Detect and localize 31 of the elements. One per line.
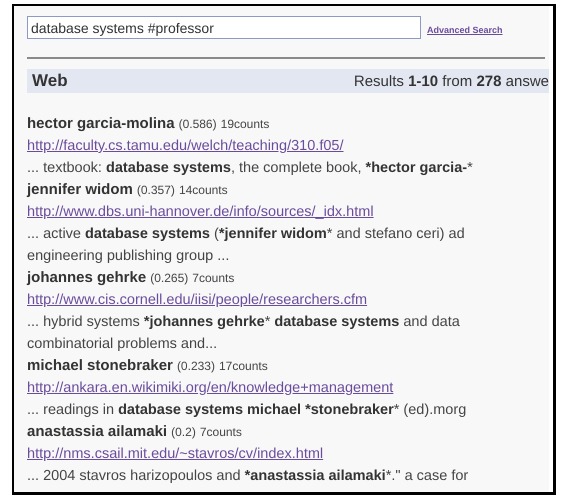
result-snippet: ... hybrid systems *johannes gehrke* database systems and data [27, 314, 460, 330]
result-link[interactable]: http://ankara.en.wikimiki.org/en/knowledge+management [27, 380, 394, 396]
result-snippet: ... textbook: database systems, the complete book, *hector garcia-* [27, 160, 473, 176]
result-counts: 7counts [200, 425, 242, 439]
result-score: (0.233) [176, 359, 215, 373]
result-snippet: combinatorial problems and... [27, 336, 218, 352]
search-field[interactable]: database systems #professor [27, 16, 421, 39]
result-name: jennifer widom [27, 181, 133, 198]
result-score: (0.265) [150, 271, 188, 285]
result-score: (0.357) [136, 183, 175, 197]
result-name: johannes gehrke [27, 269, 146, 286]
result-link[interactable]: http://faculty.cs.tamu.edu/welch/teaching/310.f05/ [27, 138, 344, 154]
result-link[interactable]: http://nms.csail.mit.edu/~stavros/cv/index.html [27, 446, 324, 462]
result-counts: 19counts [220, 117, 270, 131]
result-name: anastassia ailamaki [27, 423, 168, 440]
result-link[interactable]: http://www.dbs.uni-hannover.de/info/sources/_idx.html [27, 204, 374, 220]
result-snippet: engineering publishing group ... [27, 248, 230, 264]
results-count: Results 1-10 from 278 answe [354, 72, 549, 90]
section-title: Web [31, 71, 68, 91]
result-counts: 7counts [192, 271, 234, 285]
result-score: (0.2) [171, 425, 196, 439]
result-score: (0.586) [178, 117, 217, 131]
advanced-search-link[interactable]: Advanced Search [427, 24, 503, 34]
result-counts: 17counts [219, 359, 268, 373]
result-counts: 14counts [178, 183, 228, 197]
result-name: hector garcia-molina [27, 115, 175, 132]
result-snippet: ... active database systems (*jennifer widom* and stefano ceri) ad [27, 226, 465, 242]
result-snippet: ... readings in database systems michael *stonebraker* (ed).morg [27, 402, 466, 418]
result-link[interactable]: http://www.cis.cornell.edu/iisi/people/researchers.cfm [27, 292, 368, 308]
result-name: michael stonebraker [27, 357, 173, 374]
result-snippet: ... 2004 stavros harizopoulos and *anastassia ailamaki*." a case for [27, 468, 468, 484]
